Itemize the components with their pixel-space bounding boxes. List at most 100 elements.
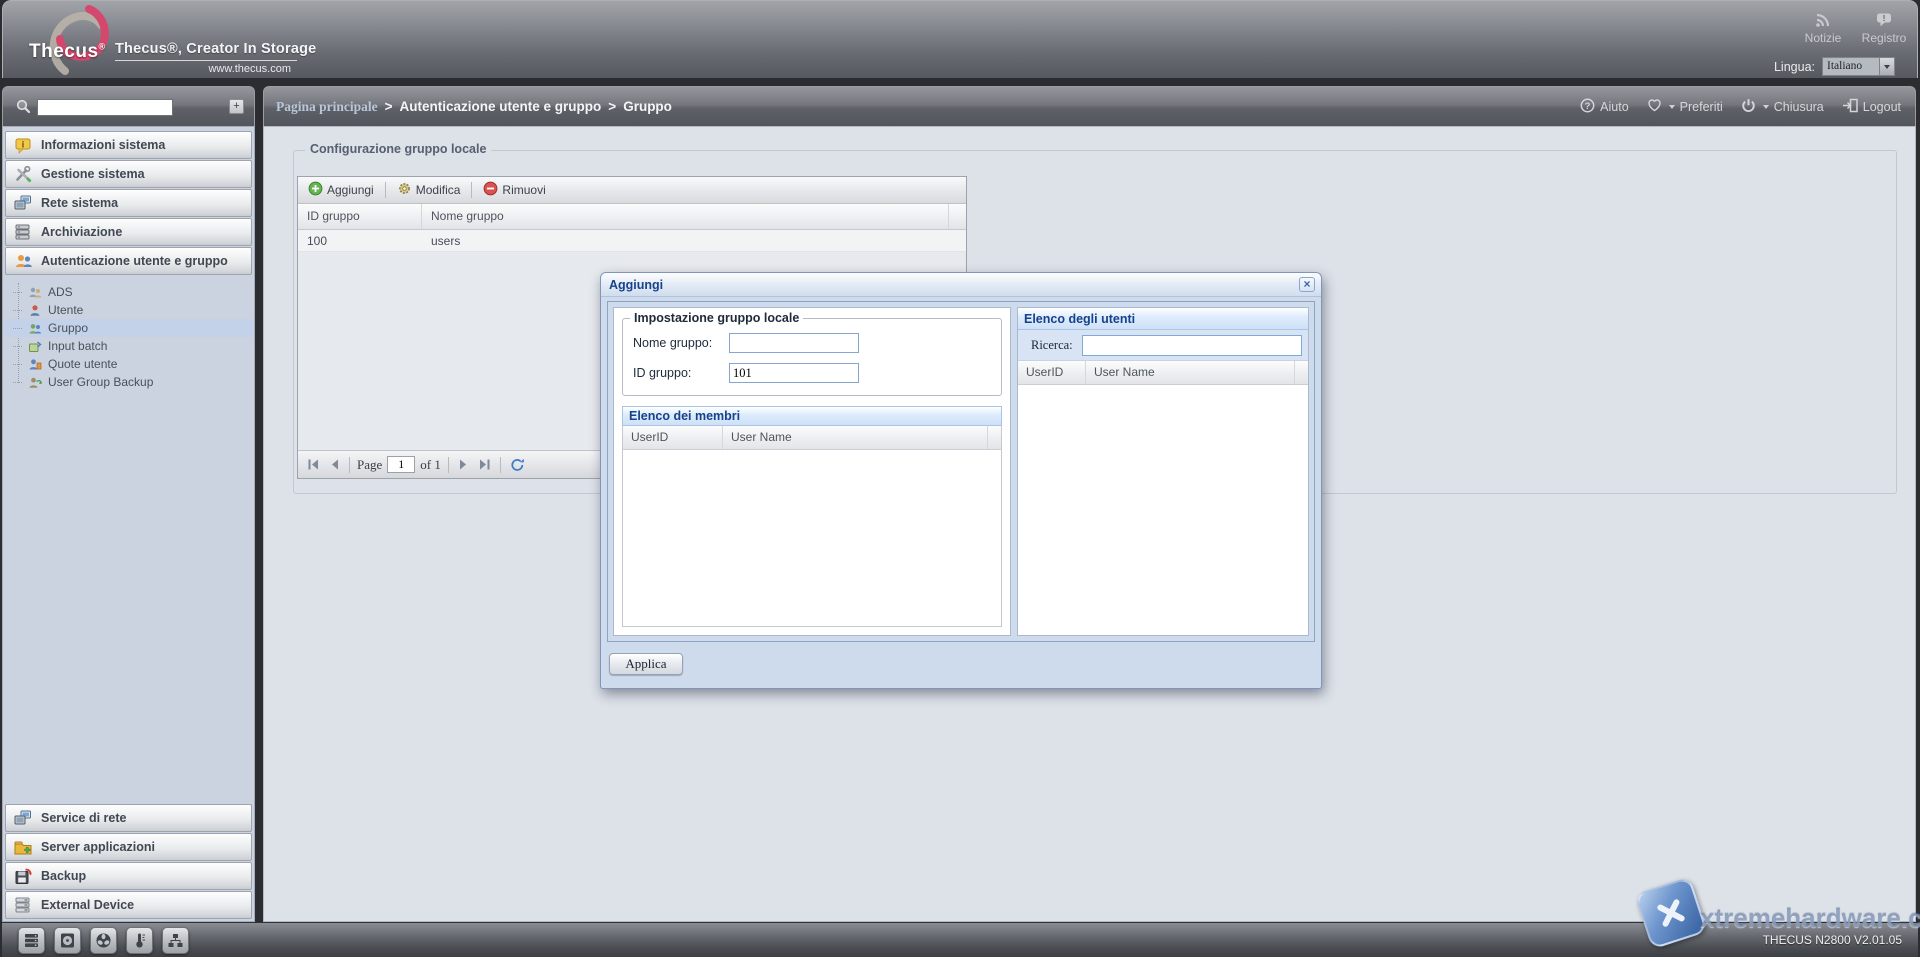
logout-label: Logout [1863,100,1901,114]
breadcrumb-bar: Pagina principale > Autenticazione utent… [263,86,1916,126]
sidebar-item-utente[interactable]: Utente [4,301,253,319]
external-icon [13,897,33,914]
svg-text:i: i [21,139,24,149]
power-icon [1741,98,1756,116]
dialog-titlebar[interactable]: Aggiungi [601,273,1321,297]
prev-page-button[interactable] [327,459,342,470]
notizie-link[interactable]: Notizie [1799,12,1847,45]
sidebar-item-rete-sistema[interactable]: Rete sistema [5,189,252,217]
add-label: Aggiungi [327,183,374,197]
page-of-label: of 1 [420,457,441,473]
backup-icon [13,868,33,885]
sidebar-item-server-applicazioni[interactable]: Server applicazioni [5,833,252,861]
rss-icon [1799,12,1847,30]
favorites-button[interactable]: Preferiti [1647,98,1723,115]
heart-icon [1647,98,1662,115]
sidebar-item-backup[interactable]: Backup [5,862,252,890]
sidebar-item-informazioni-sistema[interactable]: i Informazioni sistema [5,131,252,159]
registro-link[interactable]: ! Registro [1857,12,1911,45]
sidebar-item-archiviazione[interactable]: Archiviazione [5,218,252,246]
apply-button[interactable]: Applica [609,653,683,675]
sidebar-item-quote-utente[interactable]: Quote utente [4,355,253,373]
breadcrumb-home-link[interactable]: Pagina principale [276,99,378,115]
edit-group-button[interactable]: Modifica [393,179,465,201]
brand-website: www.thecus.com [115,61,297,75]
first-page-button[interactable] [305,459,322,470]
language-value[interactable]: Italiano [1822,57,1879,76]
breadcrumb-separator: > [385,99,393,114]
group-settings-panel: Impostazione gruppo locale Nome gruppo: … [613,307,1011,636]
sidebar-item-external-device[interactable]: External Device [5,891,252,919]
sidebar-item-label: Service di rete [41,811,126,825]
disk-icon[interactable] [54,927,81,954]
language-selector: Lingua: Italiano [1774,57,1895,76]
group-icon [27,322,43,335]
column-header-userid[interactable]: UserID [623,426,723,449]
logout-button[interactable]: Logout [1842,98,1901,116]
column-header-id-gruppo[interactable]: ID gruppo [298,204,422,229]
pager-separator [448,457,449,473]
language-dropdown-button[interactable] [1879,57,1895,76]
network-icon [13,195,33,211]
sidebar-item-label: Informazioni sistema [41,138,165,152]
column-header-username[interactable]: User Name [723,426,988,449]
brand-tagline-block: Thecus®, Creator In Storage www.thecus.c… [115,41,297,75]
breadcrumb-separator: > [608,99,616,114]
column-spacer [988,426,1001,449]
search-input[interactable] [37,99,173,116]
shutdown-button[interactable]: Chiusura [1741,98,1824,116]
subitem-label: Input batch [48,339,107,353]
remove-group-button[interactable]: Rimuovi [479,179,549,201]
column-spacer [1295,361,1308,384]
tools-icon [13,166,33,183]
breadcrumb-page: Gruppo [623,99,672,114]
group-id-input[interactable] [729,363,859,383]
users-search-input[interactable] [1082,335,1302,356]
group-settings-title: Impostazione gruppo locale [630,311,803,325]
tree-stub [13,328,22,329]
add-shortcut-button[interactable]: + [229,99,244,114]
registro-label: Registro [1862,31,1907,45]
sidebar-search-bar: + [2,86,255,126]
add-group-button[interactable]: Aggiungi [304,179,378,201]
sidebar-item-user-group-backup[interactable]: User Group Backup [4,373,253,391]
table-row[interactable]: 100 users [298,230,966,252]
fan-icon[interactable] [90,927,117,954]
subitem-label: Quote utente [48,357,117,371]
info-icon: i [13,137,33,154]
page-number-input[interactable] [387,456,415,473]
users-grid-header: UserID User Name [1018,361,1308,385]
tree-stub [13,310,22,311]
logo-registered-mark: ® [99,42,106,52]
sidebar-item-ads[interactable]: ADS [4,283,253,301]
sidebar-item-autenticazione[interactable]: Autenticazione utente e gruppo [5,247,252,275]
group-name-input[interactable] [729,333,859,353]
cell-group-name: users [422,234,966,248]
help-button[interactable]: ? Aiuto [1580,98,1629,116]
notizie-label: Notizie [1805,31,1842,45]
members-grid-header: UserID User Name [623,426,1001,450]
last-page-button[interactable] [476,459,493,470]
sidebar-item-input-batch[interactable]: Input batch [4,337,253,355]
raid-icon[interactable] [18,927,45,954]
column-header-userid[interactable]: UserID [1018,361,1086,384]
tree-stub [13,364,22,365]
refresh-icon[interactable] [508,458,527,472]
temperature-icon[interactable] [126,927,153,954]
next-page-button[interactable] [456,459,471,470]
network-tree-icon[interactable] [162,927,189,954]
sidebar-item-gestione-sistema[interactable]: Gestione sistema [5,160,252,188]
users-list-panel: Elenco degli utenti Ricerca: UserID User… [1017,307,1309,636]
sidebar-bottom-sections: Service di rete Server applicazioni Back… [5,803,252,919]
sidebar-item-label: Rete sistema [41,196,118,210]
help-label: Aiuto [1600,100,1629,114]
users-icon [13,253,33,269]
column-header-nome-gruppo[interactable]: Nome gruppo [422,204,949,229]
sidebar-item-service-di-rete[interactable]: Service di rete [5,804,252,832]
watermark-text: xtremehardware.com [1700,903,1920,934]
sidebar-item-label: Archiviazione [41,225,122,239]
close-icon[interactable]: × [1299,277,1315,292]
sidebar-item-gruppo[interactable]: Gruppo [4,319,253,337]
column-header-username[interactable]: User Name [1086,361,1295,384]
dialog-title: Aggiungi [609,278,663,292]
